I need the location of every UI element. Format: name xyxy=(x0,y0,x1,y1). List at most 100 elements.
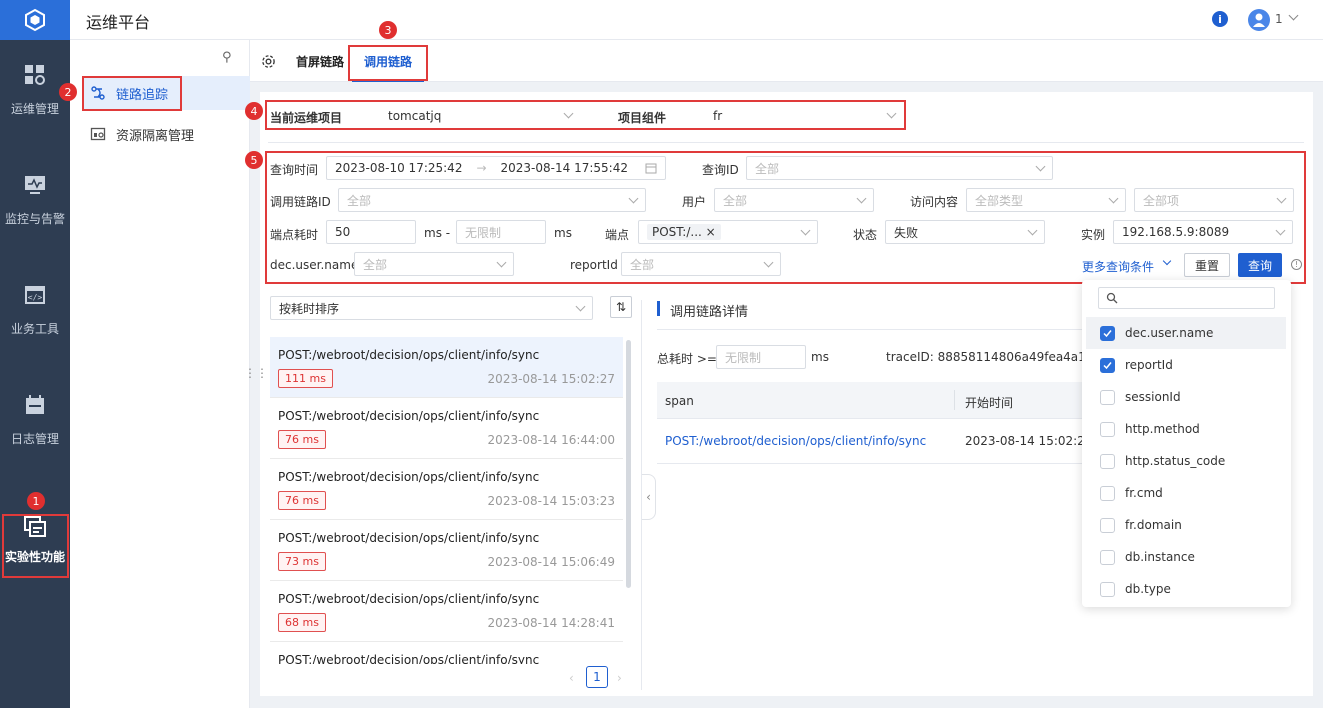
col-divider xyxy=(954,390,955,410)
more-conditions-link[interactable]: 更多查询条件 xyxy=(1082,258,1154,275)
placeholder: 全部类型 xyxy=(975,193,1024,208)
close-icon[interactable]: × xyxy=(706,225,716,239)
highlight-box-1 xyxy=(2,514,69,578)
tab-first-screen[interactable]: 首屏链路 xyxy=(296,40,344,82)
cost-min-input[interactable]: 50 xyxy=(326,220,416,244)
user-name[interactable]: 1 xyxy=(1275,12,1283,26)
endpoint-select[interactable]: POST:/... × xyxy=(638,220,818,244)
chevron-down-icon xyxy=(1027,225,1038,236)
sidebar-item-resource[interactable]: 资源隔离管理 xyxy=(82,117,250,151)
endpoint-tag: POST:/... × xyxy=(647,224,721,240)
rail-item-logs[interactable]: 日志管理 xyxy=(0,375,70,465)
info-icon[interactable]: i xyxy=(1212,11,1228,27)
dropdown-option[interactable]: db.instance xyxy=(1086,541,1286,573)
pin-icon[interactable]: ⚲ xyxy=(222,50,232,65)
user-select[interactable]: 全部 xyxy=(714,188,874,212)
list-item[interactable]: POST:/webroot/decision/ops/client/info/s… xyxy=(270,642,623,664)
list-item[interactable]: POST:/webroot/decision/ops/client/info/s… xyxy=(270,459,623,520)
instance-select[interactable]: 192.168.5.9:8089 xyxy=(1113,220,1293,244)
total-cost-input[interactable]: 无限制 xyxy=(716,345,806,369)
item-path: POST:/webroot/decision/ops/client/info/s… xyxy=(278,409,540,423)
rail-item-monitor[interactable]: 监控与告警 xyxy=(0,155,70,245)
list-item[interactable]: POST:/webroot/decision/ops/client/info/s… xyxy=(270,398,623,459)
query-button[interactable]: 查询 xyxy=(1238,253,1282,277)
list-item[interactable]: POST:/webroot/decision/ops/client/info/s… xyxy=(270,337,623,398)
ms-unit: ms xyxy=(554,226,572,240)
status-label: 状态 xyxy=(853,228,878,242)
duration-badge: 68 ms xyxy=(278,613,326,632)
page-number[interactable]: 1 xyxy=(586,666,608,688)
dropdown-option[interactable]: db.type xyxy=(1086,573,1286,605)
report-id-select[interactable]: 全部 xyxy=(621,252,781,276)
visit-type-select[interactable]: 全部类型 xyxy=(966,188,1126,212)
table-header xyxy=(657,382,1082,419)
next-page-icon[interactable]: › xyxy=(617,671,622,685)
span-link[interactable]: POST:/webroot/decision/ops/client/info/s… xyxy=(665,434,926,448)
sort-order-icon[interactable]: ⇅ xyxy=(610,296,632,318)
item-path: POST:/webroot/decision/ops/client/info/s… xyxy=(278,531,540,545)
endpoint-tag-text: POST:/... xyxy=(652,225,702,239)
chevron-down-icon xyxy=(628,193,639,204)
dropdown-option[interactable]: dec.user.name xyxy=(1086,317,1286,349)
placeholder: 无限制 xyxy=(465,225,502,240)
sort-select[interactable]: 按耗时排序 xyxy=(270,296,593,320)
list-scrollbar[interactable] xyxy=(626,340,631,588)
item-time: 2023-08-14 15:03:23 xyxy=(487,494,615,508)
dropdown-option[interactable]: http.status_code xyxy=(1086,445,1286,477)
user-icon xyxy=(1253,13,1265,27)
list-item[interactable]: POST:/webroot/decision/ops/client/info/s… xyxy=(270,520,623,581)
checkbox-checked-icon xyxy=(1100,357,1115,373)
highlight-box-2 xyxy=(82,76,182,111)
option-label: dec.user.name xyxy=(1125,326,1214,340)
time-range-picker[interactable]: 2023-08-10 17:25:42 → 2023-08-14 17:55:4… xyxy=(326,156,666,180)
project-select[interactable]: tomcatjq xyxy=(380,104,580,128)
help-icon[interactable]: ! xyxy=(1291,259,1302,270)
query-id-select[interactable]: 全部 xyxy=(746,156,1053,180)
option-label: db.instance xyxy=(1125,550,1195,564)
trace-id-text: traceID: 88858114806a49fea4a1fa01e xyxy=(886,350,1082,364)
checkbox-icon xyxy=(1100,581,1115,597)
dropdown-option[interactable]: fr.cmd xyxy=(1086,477,1286,509)
dropdown-option[interactable]: reportId xyxy=(1086,349,1286,381)
component-select[interactable]: fr xyxy=(705,104,903,128)
item-path: POST:/webroot/decision/ops/client/info/s… xyxy=(278,653,540,664)
trace-id-select[interactable]: 全部 xyxy=(338,188,646,212)
avatar[interactable] xyxy=(1248,9,1270,31)
instance-label: 实例 xyxy=(1081,228,1106,242)
item-path: POST:/webroot/decision/ops/client/info/s… xyxy=(278,470,540,484)
chevron-down-icon xyxy=(886,108,897,119)
rail-item-tools[interactable]: </> 业务工具 xyxy=(0,265,70,355)
cost-max-input[interactable]: 无限制 xyxy=(456,220,546,244)
ms-unit: ms xyxy=(811,350,829,364)
list-item[interactable]: POST:/webroot/decision/ops/client/info/s… xyxy=(270,581,623,642)
user-label: 用户 xyxy=(682,195,707,209)
dec-user-label: dec.user.name xyxy=(270,258,359,272)
sidebar-item-label: 资源隔离管理 xyxy=(116,128,195,144)
chevron-down-icon xyxy=(563,108,574,119)
dropdown-search-input[interactable] xyxy=(1098,287,1275,309)
dropdown-option[interactable]: fr.domain xyxy=(1086,509,1286,541)
prev-page-icon[interactable]: ‹ xyxy=(569,671,574,685)
chevron-down-icon xyxy=(763,257,774,268)
placeholder: 全部 xyxy=(363,257,388,272)
reset-button[interactable]: 重置 xyxy=(1184,253,1230,277)
project-value: tomcatjq xyxy=(388,109,442,123)
app-title: 运维平台 xyxy=(86,13,151,32)
dropdown-option[interactable]: http.method xyxy=(1086,413,1286,445)
placeholder: 全部 xyxy=(755,161,780,176)
checkbox-checked-icon xyxy=(1100,325,1115,341)
settings-gear-icon[interactable] xyxy=(261,54,276,69)
collapse-handle[interactable]: ‹ xyxy=(642,474,656,520)
logo[interactable] xyxy=(0,0,70,40)
component-label: 项目组件 xyxy=(618,111,667,125)
status-select[interactable]: 失败 xyxy=(885,220,1045,244)
item-path: POST:/webroot/decision/ops/client/info/s… xyxy=(278,592,540,606)
dec-user-select[interactable]: 全部 xyxy=(354,252,514,276)
visit-item-select[interactable]: 全部项 xyxy=(1134,188,1294,212)
drag-handle-icon[interactable]: ⋮⋮ xyxy=(244,366,268,380)
time-end: 2023-08-14 17:55:42 xyxy=(500,161,628,175)
chevron-down-icon[interactable] xyxy=(1288,10,1299,21)
dropdown-option[interactable]: sessionId xyxy=(1086,381,1286,413)
endpoint-label: 端点 xyxy=(605,228,630,242)
option-label: http.method xyxy=(1125,422,1200,436)
